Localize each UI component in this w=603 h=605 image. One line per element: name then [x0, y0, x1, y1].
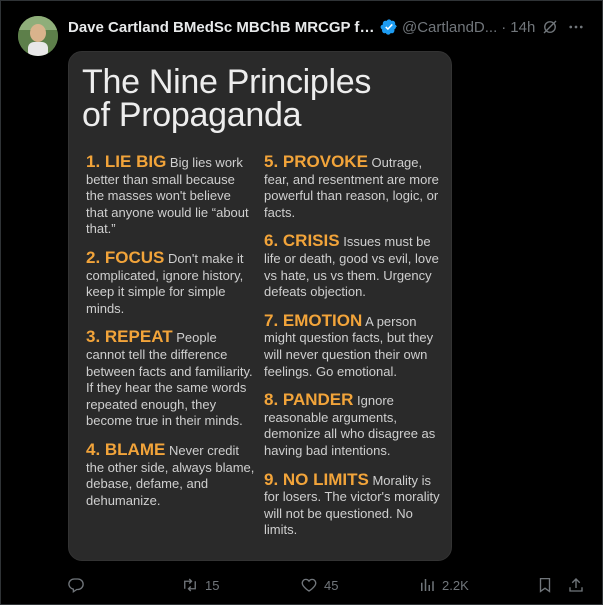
avatar-image	[18, 16, 58, 56]
like-icon	[301, 578, 317, 592]
principle-7: 7. EMOTION A person might question facts…	[264, 310, 434, 379]
views-icon	[421, 579, 434, 591]
principle-6: 6. CRISIS Issues must be life or death, …	[264, 231, 439, 300]
reply-icon	[68, 578, 84, 594]
principle-4: 4. BLAME Never credit the other side, al…	[86, 439, 255, 508]
principles-left-column: 1. LIE BIG Big lies work better than sma…	[86, 152, 256, 521]
principle-8: 8. PANDER Ignore reasonable arguments, d…	[264, 390, 436, 458]
post-timestamp[interactable]: 14h	[510, 19, 535, 36]
like-count: 45	[324, 577, 339, 593]
share-icon	[569, 578, 583, 592]
reply-button[interactable]	[67, 575, 91, 595]
repost-count: 15	[205, 577, 220, 593]
more-icon[interactable]	[567, 18, 585, 36]
bookmark-icon	[539, 577, 551, 593]
image-title: The Nine Principles of Propaganda	[82, 63, 442, 134]
author-display-name[interactable]: Dave Cartland BMedSc MBChB MRCGP fr...	[68, 19, 376, 36]
repost-icon	[184, 578, 196, 592]
principles-right-column: 5. PROVOKE Outrage, fear, and resentment…	[264, 152, 444, 551]
grok-icon[interactable]	[541, 18, 559, 36]
views-count: 2.2K	[442, 577, 469, 593]
verified-badge-icon[interactable]	[380, 18, 398, 36]
principle-2: 2. FOCUS Don't make it complicated, igno…	[86, 247, 244, 316]
share-button[interactable]	[567, 575, 585, 595]
separator-dot: ·	[501, 18, 507, 36]
views-button[interactable]: 2.2K	[418, 575, 469, 595]
bookmark-button[interactable]	[536, 575, 554, 595]
principle-9: 9. NO LIMITS Morality is for losers. The…	[264, 469, 440, 538]
post-header: Dave Cartland BMedSc MBChB MRCGP fr... @…	[68, 17, 588, 37]
like-button[interactable]: 45	[300, 575, 338, 595]
principle-1: 1. LIE BIG Big lies work better than sma…	[86, 152, 249, 237]
post-container[interactable]: Dave Cartland BMedSc MBChB MRCGP fr... @…	[0, 0, 603, 605]
principle-5: 5. PROVOKE Outrage, fear, and resentment…	[264, 152, 439, 220]
image-title-line-2: of Propaganda	[82, 96, 302, 134]
avatar[interactable]	[18, 16, 58, 56]
repost-button[interactable]: 15	[181, 575, 219, 595]
image-title-line-1: The Nine Principles	[82, 63, 372, 101]
principle-3: 3. REPEAT People cannot tell the differe…	[86, 327, 253, 429]
post-image[interactable]: The Nine Principles of Propaganda 1. LIE…	[68, 51, 452, 561]
author-handle[interactable]: @CartlandD...	[402, 19, 497, 36]
